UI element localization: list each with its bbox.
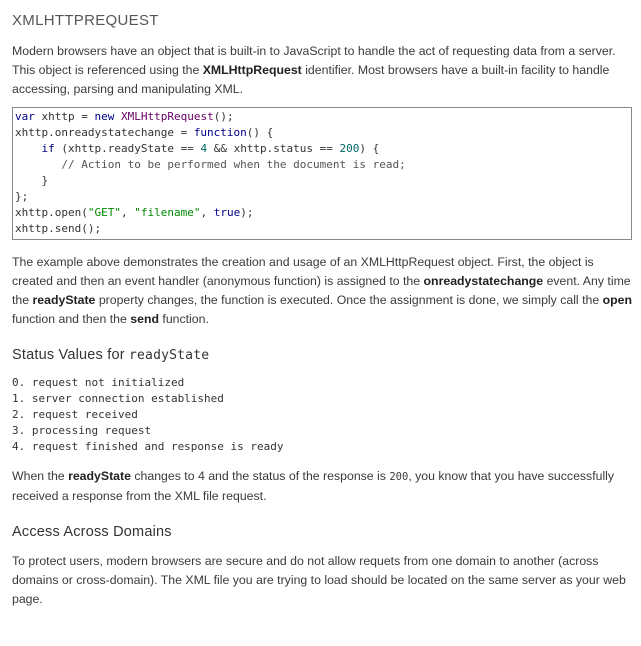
domains-paragraph: To protect users, modern browsers are se… <box>12 554 626 606</box>
explanation-paragraph: The example above demonstrates the creat… <box>12 253 632 329</box>
code-keyword: new <box>94 110 115 123</box>
status-item: 3. processing request <box>12 424 152 437</box>
code-line-2: xhttp.onreadystatechange = function() { <box>15 125 629 141</box>
code-line-5: } <box>15 174 49 187</box>
note-text: changes to 4 and the status of the respo… <box>130 469 390 483</box>
code-text: xhttp.onreadystatechange = <box>15 126 194 139</box>
code-text: () { <box>246 126 274 139</box>
code-text: , <box>120 206 135 219</box>
code-keyword: function <box>193 126 247 139</box>
heading-text: Status Values for <box>12 347 129 363</box>
code-text: (); <box>213 110 234 123</box>
status-item: 0. request not initialized <box>12 376 185 389</box>
heading-code: readyState <box>128 348 210 363</box>
code-text: xhttp.open( <box>15 206 88 219</box>
code-text: , <box>200 206 214 219</box>
code-line-7: xhttp.open("GET", "filename", true); <box>15 205 629 221</box>
explanation-bold: send <box>130 312 159 326</box>
status-item: 2. request received <box>12 408 138 421</box>
code-text: ); <box>240 206 254 219</box>
code-string: "GET" <box>87 206 121 219</box>
status-values-heading: Status Values for readyState <box>12 347 632 363</box>
intro-paragraph: Modern browsers have an object that is b… <box>12 42 632 99</box>
status-item: 4. request finished and response is read… <box>12 440 284 453</box>
code-type: XMLHttpRequest <box>120 110 214 123</box>
article: XMLHTTPREQUEST Modern browsers have an o… <box>0 0 641 609</box>
explanation-bold: onreadystatechange <box>423 274 544 288</box>
status-note-paragraph: When the readyState changes to 4 and the… <box>12 467 632 506</box>
code-line-3: if (xhttp.readyState == 4 && xhttp.statu… <box>15 141 629 157</box>
explanation-text: function. <box>158 312 209 326</box>
explanation-text: function and then the <box>12 312 131 326</box>
note-code: 200 <box>389 471 409 483</box>
code-text: (xhttp.readyState == <box>54 142 201 155</box>
note-bold: readyState <box>68 469 131 483</box>
explanation-text: property changes, the function is execut… <box>95 293 603 307</box>
status-list: 0. request not initialized 1. server con… <box>12 375 632 455</box>
page-title: XMLHTTPREQUEST <box>12 12 159 29</box>
code-line-1: var xhttp = new XMLHttpRequest(); <box>15 109 629 125</box>
code-string: "filename" <box>134 206 201 219</box>
code-text: ) { <box>359 142 380 155</box>
code-text: && xhttp.status == <box>207 142 340 155</box>
intro-bold-xmlhttprequest: XMLHttpRequest <box>202 63 302 77</box>
access-domains-heading: Access Across Domains <box>12 524 172 540</box>
code-example: var xhttp = new XMLHttpRequest(); xhttp.o… <box>12 107 632 240</box>
code-keyword: if <box>41 142 55 155</box>
code-line-8: xhttp.send(); <box>15 222 102 235</box>
code-line-6: }; <box>15 190 29 203</box>
code-text: xhttp = <box>34 110 95 123</box>
status-item: 1. server connection established <box>12 392 224 405</box>
explanation-bold: open <box>602 293 632 307</box>
explanation-bold: readyState <box>32 293 96 307</box>
code-keyword: true <box>213 206 241 219</box>
code-line-4: // Action to be performed when the docum… <box>15 158 406 171</box>
note-text: When the <box>12 469 69 483</box>
code-keyword: var <box>15 110 35 123</box>
code-number: 200 <box>339 142 360 155</box>
